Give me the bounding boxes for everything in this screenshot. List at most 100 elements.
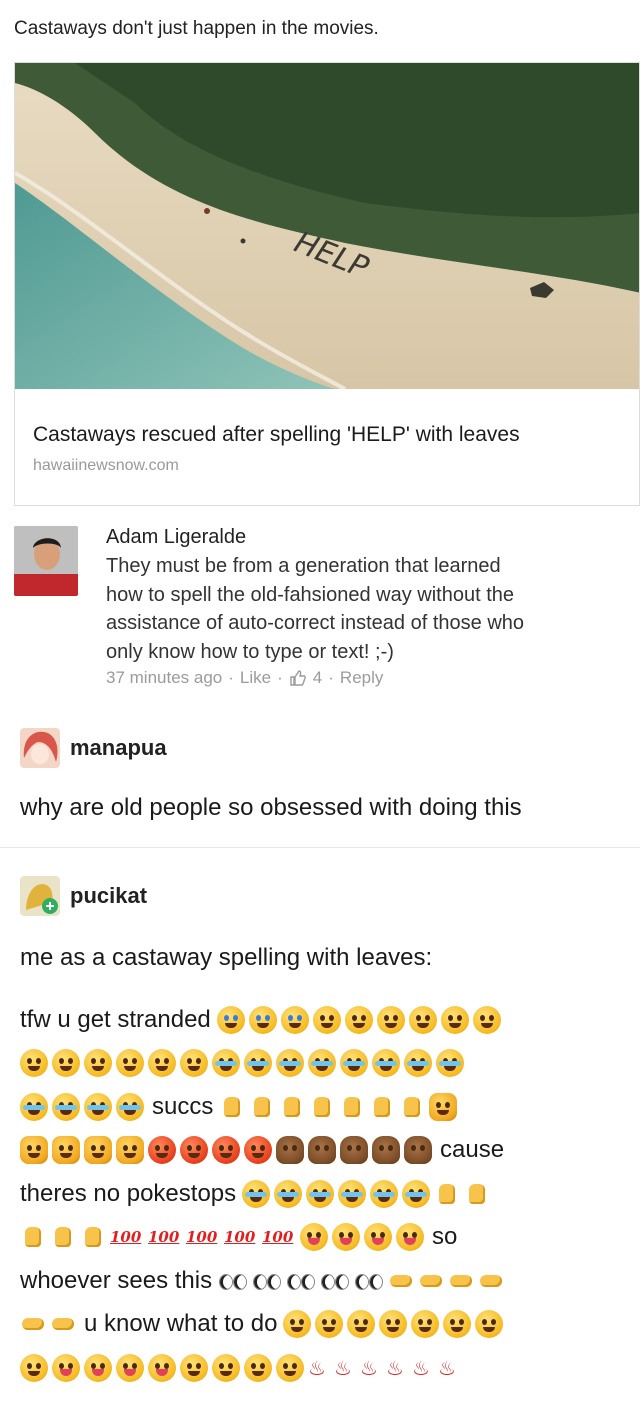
pouting-face-icon: [148, 1136, 176, 1165]
loudly-crying-face-icon: [372, 1049, 400, 1078]
smirking-face-icon: [443, 1310, 472, 1339]
loudly-crying-face-icon: [116, 1092, 144, 1121]
link-preview-card[interactable]: HELP Castaways rescued after spelling 'H…: [14, 62, 640, 506]
eyes-icon: [286, 1273, 316, 1290]
emoji-line: whoever sees this: [20, 1259, 630, 1303]
thumbs-down-icon: [339, 1094, 365, 1120]
like-link[interactable]: Like: [240, 668, 271, 688]
weary-face-icon: [20, 1049, 48, 1078]
loudly-crying-face-icon: [20, 1092, 48, 1121]
thumbs-down-icon: [399, 1094, 425, 1120]
hot-pepper-icon: ♨: [360, 1355, 378, 1380]
pouting-face-icon: [180, 1136, 208, 1165]
loudly-crying-face-icon: [212, 1049, 240, 1078]
weary-face-icon: [84, 1049, 112, 1078]
winking-tongue-face-icon: [364, 1223, 392, 1252]
loudly-crying-face-icon: [84, 1092, 112, 1121]
avatar[interactable]: [14, 526, 78, 596]
weary-face-icon: [148, 1049, 176, 1078]
grinning-squint-face-icon: [276, 1353, 304, 1382]
emoji-line: ♨ ♨ ♨ ♨ ♨ ♨: [20, 1346, 630, 1390]
pointing-right-icon: [20, 1311, 46, 1337]
smirking-face-icon: [475, 1310, 504, 1339]
hot-pepper-icon: ♨: [308, 1355, 326, 1380]
loudly-crying-face-icon: [404, 1049, 432, 1078]
pointing-right-icon: [50, 1311, 76, 1337]
disappointed-face-icon: [472, 1005, 501, 1034]
smirking-face-icon: [411, 1310, 440, 1339]
word: cause: [440, 1136, 505, 1164]
comment-meta: 37 minutes ago · Like · 4 · Reply: [106, 668, 384, 688]
screaming-face-icon: [280, 1005, 309, 1034]
pouting-cat-icon: [20, 1136, 48, 1165]
word: succs: [152, 1092, 214, 1120]
winking-tongue-face-icon: [396, 1223, 424, 1252]
ok-hand-icon: [80, 1224, 106, 1250]
smirking-face-icon: [20, 1353, 48, 1382]
hot-pepper-icon: ♨: [412, 1355, 430, 1380]
thumbs-down-icon: [249, 1094, 275, 1120]
tongue-face-icon: [148, 1353, 176, 1382]
comment-text: They must be from a generation that lear…: [106, 555, 525, 663]
tears-of-joy-icon: [402, 1179, 431, 1208]
emoji-line: cause: [20, 1129, 630, 1173]
pouting-cat-icon: [52, 1136, 80, 1165]
word: tfw u get stranded: [20, 1005, 211, 1033]
thumbs-down-icon: [279, 1094, 305, 1120]
pointing-right-icon: [388, 1268, 414, 1294]
hundred-points-icon: 100: [262, 1228, 294, 1247]
ok-hand-icon: [50, 1224, 76, 1250]
hundred-points-icon: 100: [186, 1228, 218, 1247]
word: so: [432, 1223, 458, 1251]
thumbs-down-icon: [369, 1094, 395, 1120]
comment-author[interactable]: Adam Ligeralde: [106, 526, 246, 549]
tears-of-joy-icon: [306, 1179, 335, 1208]
pile-of-poo-icon: [340, 1136, 368, 1165]
emoji-line: tfw u get stranded: [20, 998, 630, 1042]
eyes-icon: [320, 1273, 350, 1290]
emoji-line: u know what to do: [20, 1303, 630, 1347]
smiling-face-icon: [283, 1310, 312, 1339]
avatar[interactable]: [20, 876, 60, 916]
comment-time[interactable]: 37 minutes ago: [106, 668, 222, 688]
avatar[interactable]: [20, 728, 60, 768]
facebook-comment: Adam Ligeralde They must be from a gener…: [14, 520, 640, 700]
eyes-icon: [252, 1273, 282, 1290]
tongue-face-icon: [116, 1353, 144, 1382]
loudly-crying-face-icon: [436, 1049, 464, 1078]
tongue-face-icon: [52, 1353, 80, 1382]
weary-face-icon: [180, 1049, 208, 1078]
hot-pepper-icon: ♨: [386, 1355, 404, 1380]
tears-of-joy-icon: [242, 1179, 271, 1208]
like-count: 4: [312, 668, 323, 687]
word: theres no pokestops: [20, 1179, 237, 1207]
grinning-squint-face-icon: [180, 1353, 208, 1382]
loudly-crying-face-icon: [340, 1049, 368, 1078]
hundred-points-icon: 100: [148, 1228, 180, 1247]
post-text: why are old people so obsessed with doin…: [20, 794, 522, 821]
pile-of-poo-icon: [372, 1136, 400, 1165]
loudly-crying-face-icon: [276, 1049, 304, 1078]
link-title[interactable]: Castaways rescued after spelling 'HELP' …: [33, 423, 520, 447]
ok-hand-icon: [434, 1181, 460, 1207]
post-username[interactable]: manapua: [70, 735, 167, 761]
word: whoever sees this: [20, 1266, 213, 1294]
tears-of-joy-icon: [338, 1179, 367, 1208]
pointing-right-icon: [448, 1268, 474, 1294]
hot-pepper-icon: ♨: [334, 1355, 352, 1380]
weary-face-icon: [52, 1049, 80, 1078]
link-source[interactable]: hawaiinewsnow.com: [33, 457, 179, 475]
screaming-face-icon: [248, 1005, 277, 1034]
tears-of-joy-icon: [370, 1179, 399, 1208]
pile-of-poo-icon: [404, 1136, 432, 1165]
pile-of-poo-icon: [276, 1136, 304, 1165]
eyes-icon: [354, 1273, 384, 1290]
word: u know what to do: [84, 1310, 278, 1338]
disappointed-face-icon: [376, 1005, 405, 1034]
winking-tongue-face-icon: [332, 1223, 360, 1252]
tongue-face-icon: [84, 1353, 112, 1382]
disappointed-face-icon: [344, 1005, 373, 1034]
reply-link[interactable]: Reply: [340, 668, 383, 688]
post-username[interactable]: pucikat: [70, 883, 147, 909]
loudly-crying-face-icon: [244, 1049, 272, 1078]
